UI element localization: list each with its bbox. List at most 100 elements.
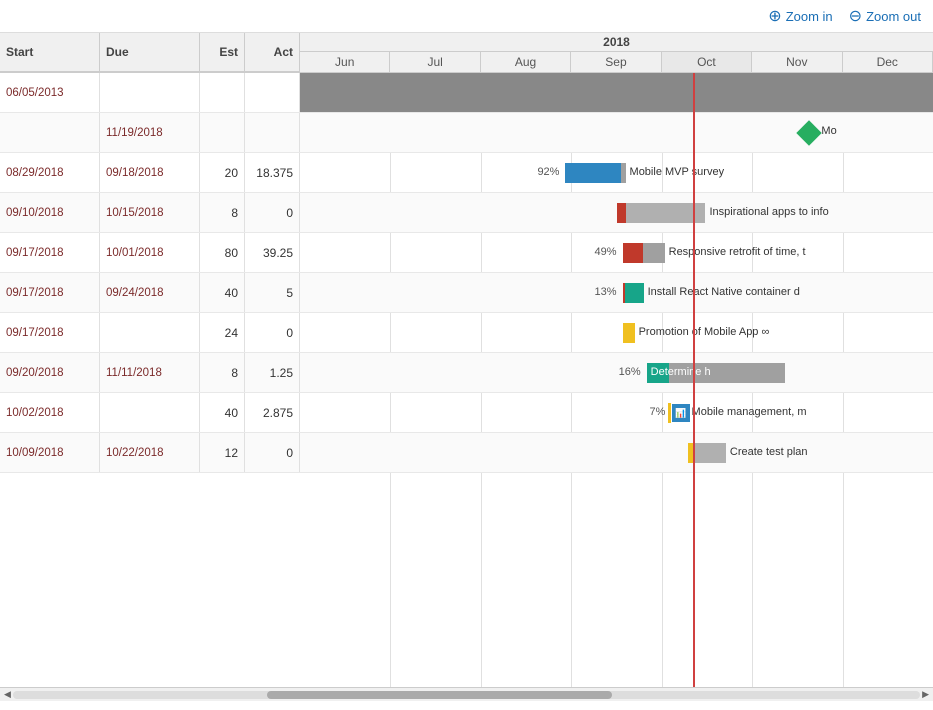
- table-row: 09/10/2018 10/15/2018 8 0: [0, 193, 300, 233]
- cell-act-3: 0: [245, 193, 300, 232]
- cell-due-3: 10/15/2018: [100, 193, 200, 232]
- month-aug: Aug: [481, 52, 571, 72]
- cell-due-2: 09/18/2018: [100, 153, 200, 192]
- cell-due-8: [100, 393, 200, 432]
- cell-start-9: 10/09/2018: [0, 433, 100, 472]
- cell-due-9: 10/22/2018: [100, 433, 200, 472]
- cell-due-1: 11/19/2018: [100, 113, 200, 152]
- pct-4: 49%: [595, 246, 617, 258]
- pct-5: 13%: [595, 286, 617, 298]
- cell-start-5: 09/17/2018: [0, 273, 100, 312]
- table-row: 09/17/2018 24 0: [0, 313, 300, 353]
- cell-start-2: 08/29/2018: [0, 153, 100, 192]
- cell-act-2: 18.375: [245, 153, 300, 192]
- timeline-body: Today∞Mo92%Mobile MVP surveyInspirationa…: [300, 73, 933, 687]
- pct-7: 16%: [619, 366, 641, 378]
- cell-est-1: [200, 113, 245, 152]
- cell-start-1: [0, 113, 100, 152]
- timeline-row-0-bg: [300, 73, 933, 113]
- timeline-row-6: [300, 313, 933, 353]
- col-header-act: Act: [245, 33, 300, 72]
- label-2: Mobile MVP survey: [630, 166, 725, 178]
- timeline-row-8: [300, 393, 933, 433]
- bar-5: [623, 283, 644, 303]
- milestone-label: Mo: [821, 125, 836, 137]
- table-row: 09/17/2018 10/01/2018 80 39.25: [0, 233, 300, 273]
- label-3: Inspirational apps to info: [709, 206, 828, 218]
- label-5: Install React Native container d: [648, 286, 800, 298]
- scrollbar-thumb[interactable]: [267, 691, 612, 699]
- timeline-row-1: [300, 113, 933, 153]
- bar-9: [688, 443, 726, 463]
- cell-due-6: [100, 313, 200, 352]
- bar-4: [623, 243, 665, 263]
- bar-3: [617, 203, 706, 223]
- col-header-est: Est: [200, 33, 245, 72]
- timeline-row-7: [300, 353, 933, 393]
- cell-act-9: 0: [245, 433, 300, 472]
- scroll-left-arrow[interactable]: ◀: [2, 689, 13, 700]
- col-header-start: Start: [0, 33, 100, 72]
- table-row: 10/09/2018 10/22/2018 12 0: [0, 433, 300, 473]
- cell-est-9: 12: [200, 433, 245, 472]
- cell-due-7: 11/11/2018: [100, 353, 200, 392]
- bar-2: [565, 163, 625, 183]
- month-nov: Nov: [752, 52, 842, 72]
- horizontal-scrollbar[interactable]: ◀ ▶: [0, 687, 933, 701]
- cell-due-0: [100, 73, 200, 112]
- cell-act-8: 2.875: [245, 393, 300, 432]
- timeline-header: 2018 Jun Jul Aug Sep Oct Nov Dec: [300, 33, 933, 72]
- zoom-in-icon: ⊕: [768, 6, 781, 26]
- gantt-body[interactable]: 06/05/2013 11/19/2018 08/29/2018 09/18/2…: [0, 73, 933, 687]
- fixed-cols-body: 06/05/2013 11/19/2018 08/29/2018 09/18/2…: [0, 73, 300, 687]
- bar-6: [623, 323, 635, 343]
- label-7: Determine h: [651, 366, 711, 378]
- cell-act-1: [245, 113, 300, 152]
- table-row: 11/19/2018: [0, 113, 300, 153]
- month-jul: Jul: [390, 52, 480, 72]
- cell-act-7: 1.25: [245, 353, 300, 392]
- cell-est-6: 24: [200, 313, 245, 352]
- scrollbar-track[interactable]: [13, 691, 920, 699]
- label-8: Mobile management, m: [692, 406, 807, 418]
- cell-due-4: 10/01/2018: [100, 233, 200, 272]
- cell-est-5: 40: [200, 273, 245, 312]
- cell-start-3: 09/10/2018: [0, 193, 100, 232]
- table-row: 06/05/2013: [0, 73, 300, 113]
- gantt-header: Start Due Est Act 2018 Jun Jul Aug Sep O…: [0, 33, 933, 73]
- cell-start-6: 09/17/2018: [0, 313, 100, 352]
- fixed-cols-header: Start Due Est Act: [0, 33, 300, 72]
- cell-act-4: 39.25: [245, 233, 300, 272]
- zoom-out-button[interactable]: ⊖ Zoom out: [849, 6, 921, 26]
- gantt-container: Start Due Est Act 2018 Jun Jul Aug Sep O…: [0, 33, 933, 701]
- cell-est-7: 8: [200, 353, 245, 392]
- cell-act-0: [245, 73, 300, 112]
- cell-act-5: 5: [245, 273, 300, 312]
- cell-start-7: 09/20/2018: [0, 353, 100, 392]
- cell-start-0: 06/05/2013: [0, 73, 100, 112]
- zoom-out-icon: ⊖: [849, 6, 862, 26]
- year-row: 2018: [300, 33, 933, 52]
- cell-start-8: 10/02/2018: [0, 393, 100, 432]
- month-sep: Sep: [571, 52, 661, 72]
- cell-est-0: [200, 73, 245, 112]
- cell-est-2: 20: [200, 153, 245, 192]
- cell-start-4: 09/17/2018: [0, 233, 100, 272]
- month-dec: Dec: [843, 52, 933, 72]
- months-row: Jun Jul Aug Sep Oct Nov Dec: [300, 52, 933, 72]
- cell-due-5: 09/24/2018: [100, 273, 200, 312]
- month-oct: Oct: [662, 52, 752, 72]
- zoom-in-button[interactable]: ⊕ Zoom in: [768, 6, 832, 26]
- table-row: 10/02/2018 40 2.875: [0, 393, 300, 433]
- toolbar: ⊕ Zoom in ⊖ Zoom out: [0, 0, 933, 33]
- pct-8: 7%: [650, 406, 666, 418]
- pct-2: 92%: [537, 166, 559, 178]
- month-jun: Jun: [300, 52, 390, 72]
- table-row: 08/29/2018 09/18/2018 20 18.375: [0, 153, 300, 193]
- bar-8: 📊: [668, 403, 690, 423]
- scroll-right-arrow[interactable]: ▶: [920, 689, 931, 700]
- table-row: 09/17/2018 09/24/2018 40 5: [0, 273, 300, 313]
- table-row: 09/20/2018 11/11/2018 8 1.25: [0, 353, 300, 393]
- cell-est-3: 8: [200, 193, 245, 232]
- label-6: Promotion of Mobile App ∞: [639, 326, 770, 338]
